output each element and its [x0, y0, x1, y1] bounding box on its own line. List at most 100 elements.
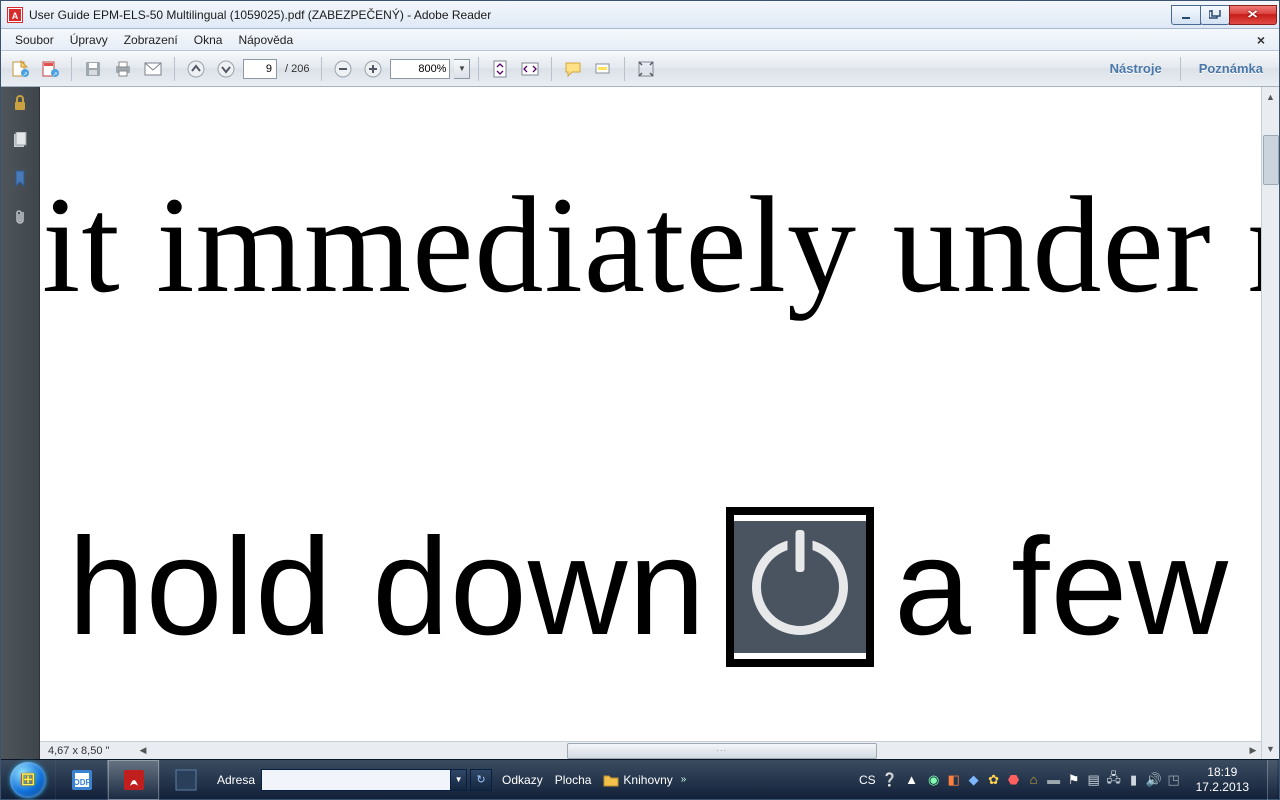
- battery-icon[interactable]: ▮: [1126, 772, 1142, 788]
- toolbar-sep: [321, 57, 322, 81]
- bookmark-icon[interactable]: [10, 169, 30, 189]
- folder-icon: [603, 773, 619, 787]
- toolbar: ↗ ↗ / 206 800% ▼ Nástroje Poznámka: [1, 51, 1279, 87]
- comment-panel-button[interactable]: Poznámka: [1189, 57, 1273, 80]
- zoom-dropdown-icon[interactable]: ▼: [454, 59, 470, 79]
- address-label: Adresa: [217, 773, 255, 787]
- titlebar[interactable]: A User Guide EPM-ELS-50 Multilingual (10…: [1, 1, 1279, 29]
- vscroll[interactable]: ▲ ▼: [1261, 87, 1279, 759]
- clock[interactable]: 18:19 17.2.2013: [1188, 765, 1257, 794]
- taskbar-app-1[interactable]: ODF: [55, 760, 107, 800]
- hscroll-track[interactable]: ···: [151, 743, 1245, 759]
- export-pdf-icon[interactable]: ↗: [7, 56, 33, 82]
- start-button[interactable]: [1, 760, 55, 800]
- network-icon[interactable]: 🖧: [1106, 772, 1122, 788]
- document-text-line: hold down a few secon: [68, 487, 1261, 687]
- page-down-icon[interactable]: [213, 56, 239, 82]
- read-mode-icon[interactable]: [633, 56, 659, 82]
- highlight-icon[interactable]: [590, 56, 616, 82]
- page-view[interactable]: it immediately under norma hold down a f…: [40, 87, 1261, 741]
- close-document-button[interactable]: ×: [1249, 30, 1273, 50]
- menu-soubor[interactable]: Soubor: [7, 31, 62, 49]
- status-scroll-row: 4,67 x 8,50 " ◀ ··· ▶: [40, 741, 1261, 759]
- print-icon[interactable]: [110, 56, 136, 82]
- tray-icon[interactable]: ▬: [1046, 772, 1062, 788]
- action-center-icon[interactable]: ⚑: [1066, 772, 1082, 788]
- volume-icon[interactable]: 🔊: [1146, 772, 1162, 788]
- power-button-graphic: [726, 507, 874, 667]
- toolbar-sep: [174, 57, 175, 81]
- toolbar-overflow-icon[interactable]: »: [681, 774, 687, 785]
- address-input[interactable]: [261, 769, 451, 791]
- close-button[interactable]: ✕: [1229, 5, 1277, 25]
- tray-icons: ◉ ◧ ◆ ✿ ⬣ ⌂ ▬ ⚑ ▤ 🖧 ▮ 🔊 ◳: [926, 772, 1182, 788]
- scroll-right-icon[interactable]: ▶: [1245, 745, 1261, 756]
- menu-zobrazeni[interactable]: Zobrazení: [116, 31, 186, 49]
- tray-icon[interactable]: ▤: [1086, 772, 1102, 788]
- fit-width-icon[interactable]: [517, 56, 543, 82]
- document-text-line: it immediately under norma: [42, 165, 1261, 324]
- zoom-out-icon[interactable]: [330, 56, 356, 82]
- help-tray-icon[interactable]: ❔: [882, 772, 898, 788]
- toolbar-sep: [551, 57, 552, 81]
- svg-text:A: A: [12, 11, 19, 21]
- nav-sidebar: [1, 87, 40, 759]
- clock-date: 17.2.2013: [1196, 780, 1249, 794]
- svg-text:↗: ↗: [22, 72, 27, 78]
- menu-napoveda[interactable]: Nápověda: [230, 31, 301, 49]
- toolbar-sep: [624, 57, 625, 81]
- link-plocha[interactable]: Plocha: [555, 773, 592, 787]
- hscroll-thumb[interactable]: ···: [567, 743, 877, 759]
- windows-orb-icon: [10, 762, 46, 798]
- scroll-left-icon[interactable]: ◀: [135, 745, 151, 756]
- tools-panel-button[interactable]: Nástroje: [1100, 57, 1172, 80]
- lock-icon[interactable]: [10, 93, 30, 113]
- page-total-label: / 206: [281, 63, 313, 75]
- address-dropdown-icon[interactable]: ▼: [451, 769, 467, 791]
- tray-icon[interactable]: ✿: [986, 772, 1002, 788]
- tray-icon[interactable]: ◧: [946, 772, 962, 788]
- tray-icon[interactable]: ⬣: [1006, 772, 1022, 788]
- thumbnails-icon[interactable]: [10, 131, 30, 151]
- window-title: User Guide EPM-ELS-50 Multilingual (1059…: [29, 8, 1172, 22]
- document-text: hold down: [68, 508, 706, 667]
- address-go-icon[interactable]: ↻: [470, 769, 492, 791]
- language-indicator[interactable]: CS: [859, 773, 876, 787]
- fit-page-icon[interactable]: [487, 56, 513, 82]
- menu-okna[interactable]: Okna: [186, 31, 231, 49]
- toolbar-sep: [71, 57, 72, 81]
- scroll-down-icon[interactable]: ▼: [1266, 741, 1275, 757]
- tray-icon[interactable]: ◆: [966, 772, 982, 788]
- vscroll-thumb[interactable]: [1263, 135, 1279, 185]
- zoom-level-label: 800%: [418, 63, 446, 75]
- window-controls: ✕: [1172, 5, 1277, 25]
- attachments-icon[interactable]: [10, 207, 30, 227]
- link-knihovny[interactable]: Knihovny: [603, 773, 672, 787]
- show-desktop-button[interactable]: [1267, 760, 1277, 800]
- tray-chevron-icon[interactable]: ▲: [904, 772, 920, 788]
- maximize-button[interactable]: [1200, 5, 1230, 25]
- page-number-input[interactable]: [243, 59, 277, 79]
- tray-icon[interactable]: ◳: [1166, 772, 1182, 788]
- page-up-icon[interactable]: [183, 56, 209, 82]
- menu-upravy[interactable]: Úpravy: [62, 31, 116, 49]
- taskbar-adobe-reader[interactable]: [107, 760, 159, 800]
- email-icon[interactable]: [140, 56, 166, 82]
- tray-icon[interactable]: ⌂: [1026, 772, 1042, 788]
- tray-icon[interactable]: ◉: [926, 772, 942, 788]
- link-odkazy[interactable]: Odkazy: [502, 773, 543, 787]
- menubar: Soubor Úpravy Zobrazení Okna Nápověda ×: [1, 29, 1279, 51]
- document-text: a few secon: [894, 508, 1261, 667]
- zoom-level-box[interactable]: 800%: [390, 59, 450, 79]
- svg-text:ODF: ODF: [73, 778, 90, 787]
- toolbar-sep: [478, 57, 479, 81]
- zoom-in-icon[interactable]: [360, 56, 386, 82]
- power-icon: [752, 539, 848, 635]
- create-pdf-icon[interactable]: ↗: [37, 56, 63, 82]
- taskbar-app-3[interactable]: [159, 760, 211, 800]
- comment-icon[interactable]: [560, 56, 586, 82]
- system-tray: CS ❔ ▲ ◉ ◧ ◆ ✿ ⬣ ⌂ ▬ ⚑ ▤ 🖧 ▮ 🔊 ◳ 18:19 1…: [857, 760, 1279, 800]
- minimize-button[interactable]: [1171, 5, 1201, 25]
- scroll-up-icon[interactable]: ▲: [1266, 89, 1275, 105]
- save-icon[interactable]: [80, 56, 106, 82]
